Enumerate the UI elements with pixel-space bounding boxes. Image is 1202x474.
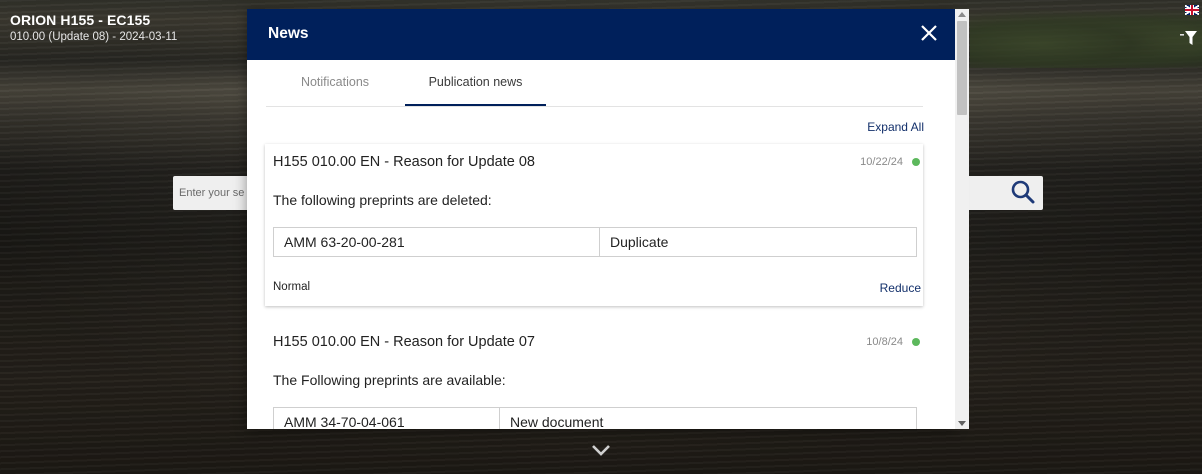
preprint-table: AMM 63-20-00-281 Duplicate [273,227,917,257]
preprint-table: AMM 34-70-04-061 New document [273,407,917,429]
table-row: AMM 63-20-00-281 Duplicate [273,227,917,257]
scroll-thumb[interactable] [957,21,967,115]
flag-icon[interactable] [1185,5,1199,15]
news-title[interactable]: H155 010.00 EN - Reason for Update 08 [273,154,535,170]
news-date: 10/8/24 [866,336,903,348]
preprint-ref: AMM 34-70-04-061 [273,407,500,429]
app-subtitle: 010.00 (Update 08) - 2024-03-11 [10,31,178,43]
news-modal: News Notifications Publication news Expa… [247,9,955,429]
modal-scrollbar[interactable] [955,9,969,429]
preprint-note: New document [499,407,917,429]
modal-header: News [247,9,955,60]
search-input[interactable]: Enter your se [173,176,248,210]
tab-notifications[interactable]: Notifications [280,60,390,105]
news-card: H155 010.00 EN - Reason for Update 08 10… [265,144,923,306]
modal-title: News [268,25,309,42]
news-priority: Normal [273,281,311,293]
news-text: The following preprints are deleted: [273,192,492,208]
preprint-ref: AMM 63-20-00-281 [273,227,600,257]
news-list: Expand All H155 010.00 EN - Reason for U… [247,106,955,429]
search-icon[interactable] [1010,179,1036,205]
tab-bar: Notifications Publication news [266,60,923,107]
news-title[interactable]: H155 010.00 EN - Reason for Update 07 [273,334,535,350]
news-text: The Following preprints are available: [273,372,506,388]
scroll-up-arrow[interactable] [958,12,966,17]
background-trees [970,8,1202,68]
news-card: H155 010.00 EN - Reason for Update 07 10… [265,324,923,429]
close-icon[interactable] [920,24,938,42]
status-dot [912,338,920,346]
news-date: 10/22/24 [860,156,903,168]
expand-all-link[interactable]: Expand All [867,120,924,134]
app-title: ORION H155 - EC155 [10,12,151,28]
filter-icon[interactable] [1180,28,1198,48]
scroll-down-arrow[interactable] [958,421,966,426]
tab-publication-news[interactable]: Publication news [405,60,546,106]
reduce-link[interactable]: Reduce [880,281,921,295]
preprint-note: Duplicate [599,227,917,257]
table-row: AMM 34-70-04-061 New document [273,407,917,429]
chevron-down-icon[interactable] [590,442,612,458]
status-dot [912,158,920,166]
